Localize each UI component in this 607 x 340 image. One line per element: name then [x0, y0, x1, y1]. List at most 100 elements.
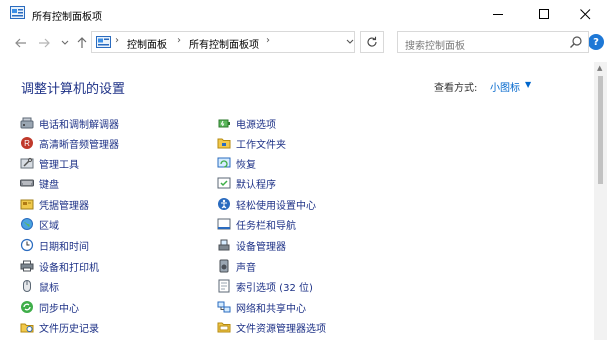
item-admin-tools[interactable]: 管理工具 [20, 154, 79, 172]
item-label: 同步中心 [39, 303, 79, 315]
item-mouse[interactable]: 鼠标 [20, 277, 59, 295]
caret-down-icon[interactable]: ▼ [525, 80, 531, 89]
view-by-dropdown[interactable]: 小图标 [490, 79, 520, 94]
item-label: 设备管理器 [236, 241, 286, 253]
item-devices-printers[interactable]: 设备和打印机 [20, 257, 99, 275]
item-label: 声音 [236, 262, 256, 274]
printer-icon [20, 260, 34, 272]
item-label: 电源选项 [236, 119, 276, 131]
item-label: 任务栏和导航 [236, 220, 296, 232]
address-dropdown-button[interactable] [343, 33, 357, 51]
item-keyboard[interactable]: 键盘 [20, 174, 59, 192]
item-recovery[interactable]: 恢复 [217, 154, 256, 172]
breadcrumb-separator: › [266, 35, 270, 46]
item-label: 恢复 [236, 159, 256, 171]
chevron-down-icon [61, 40, 69, 45]
chevron-down-icon [346, 39, 354, 44]
question-mark-icon: ? [593, 36, 599, 48]
item-credential-manager[interactable]: 凭据管理器 [20, 195, 89, 213]
svg-text:R: R [24, 139, 30, 148]
item-taskbar-navigation[interactable]: 任务栏和导航 [217, 215, 296, 233]
scrollbar-thumb[interactable] [598, 76, 603, 184]
region-icon [21, 218, 33, 230]
breadcrumb-separator: › [177, 35, 181, 46]
back-button[interactable] [12, 34, 30, 52]
keyboard-icon [20, 179, 34, 187]
search-placeholder: 搜索控制面板 [405, 41, 465, 52]
control-panel-icon [10, 6, 25, 19]
item-label: 轻松使用设置中心 [236, 200, 316, 212]
item-label: 区域 [39, 220, 59, 232]
item-device-manager[interactable]: 设备管理器 [217, 236, 286, 254]
help-button[interactable]: ? [588, 34, 604, 50]
item-hd-audio[interactable]: R 高清晰音频管理器 [20, 134, 119, 152]
search-icon [570, 36, 582, 48]
close-icon [579, 8, 590, 19]
item-indexing-options[interactable]: 索引选项 (32 位) [217, 277, 313, 295]
item-phone-modem[interactable]: 电话和调制解调器 [20, 114, 119, 132]
forward-button[interactable] [35, 34, 53, 52]
hd-audio-icon: R [21, 137, 33, 149]
view-by-label: 查看方式: [434, 83, 478, 94]
taskbar-icon [217, 218, 231, 230]
phone-modem-icon [20, 117, 34, 129]
arrow-up-icon [77, 37, 87, 48]
item-label: 工作文件夹 [236, 139, 286, 151]
item-date-time[interactable]: 日期和时间 [20, 236, 89, 254]
refresh-button[interactable] [360, 31, 384, 53]
minimize-button[interactable] [476, 0, 520, 28]
item-file-history[interactable]: 文件历史记录 [20, 318, 99, 336]
indexing-icon [218, 279, 230, 293]
item-power-options[interactable]: 电源选项 [217, 114, 276, 132]
item-label: 键盘 [39, 179, 59, 191]
item-label: 管理工具 [39, 159, 79, 171]
clock-icon [20, 238, 34, 252]
recovery-icon [217, 157, 231, 168]
credential-icon [20, 199, 34, 210]
maximize-icon [538, 8, 549, 19]
up-button[interactable] [73, 34, 91, 52]
item-network-sharing[interactable]: 网络和共享中心 [217, 298, 306, 316]
item-label: 凭据管理器 [39, 200, 89, 212]
breadcrumb-control-panel[interactable]: 控制面板 [127, 36, 167, 51]
item-label: 高清晰音频管理器 [39, 139, 119, 151]
item-sync-center[interactable]: 同步中心 [20, 298, 79, 316]
ease-of-access-icon [218, 198, 230, 210]
item-default-programs[interactable]: 默认程序 [217, 174, 276, 192]
breadcrumb-separator: › [115, 35, 119, 46]
item-label: 网络和共享中心 [236, 303, 306, 315]
sync-icon [21, 301, 33, 313]
item-ease-of-access[interactable]: 轻松使用设置中心 [217, 195, 316, 213]
item-label: 默认程序 [236, 179, 276, 191]
maximize-button[interactable] [522, 0, 566, 28]
arrow-right-icon [39, 38, 50, 48]
scroll-up-icon[interactable]: ▲ [597, 64, 602, 72]
page-title: 调整计算机的设置 [21, 82, 126, 97]
admin-tools-icon [20, 157, 34, 169]
file-history-icon [20, 323, 34, 333]
device-manager-icon [218, 239, 230, 251]
item-label: 设备和打印机 [39, 262, 99, 274]
address-bar[interactable]: › 控制面板 › 所有控制面板项 › [91, 31, 355, 53]
item-sound[interactable]: 声音 [217, 257, 256, 275]
network-icon [217, 301, 231, 313]
folder-options-icon [217, 322, 231, 333]
work-folders-icon [217, 138, 231, 149]
window-title: 所有控制面板项 [32, 12, 102, 23]
close-button[interactable] [563, 0, 607, 28]
item-region[interactable]: 区域 [20, 215, 59, 233]
search-box[interactable]: 搜索控制面板 [397, 31, 589, 53]
item-label: 索引选项 (32 位) [236, 282, 313, 294]
power-icon [218, 119, 230, 128]
sound-icon [219, 259, 229, 273]
item-label: 文件历史记录 [39, 323, 99, 335]
item-label: 电话和调制解调器 [39, 119, 119, 131]
breadcrumb-all-items[interactable]: 所有控制面板项 [189, 36, 259, 51]
item-label: 文件资源管理器选项 [236, 323, 326, 335]
default-programs-icon [217, 177, 231, 189]
refresh-icon [367, 36, 377, 47]
item-work-folders[interactable]: 工作文件夹 [217, 134, 286, 152]
item-folder-options[interactable]: 文件资源管理器选项 [217, 318, 326, 336]
recent-locations-button[interactable] [56, 34, 74, 52]
arrow-left-icon [15, 38, 26, 48]
